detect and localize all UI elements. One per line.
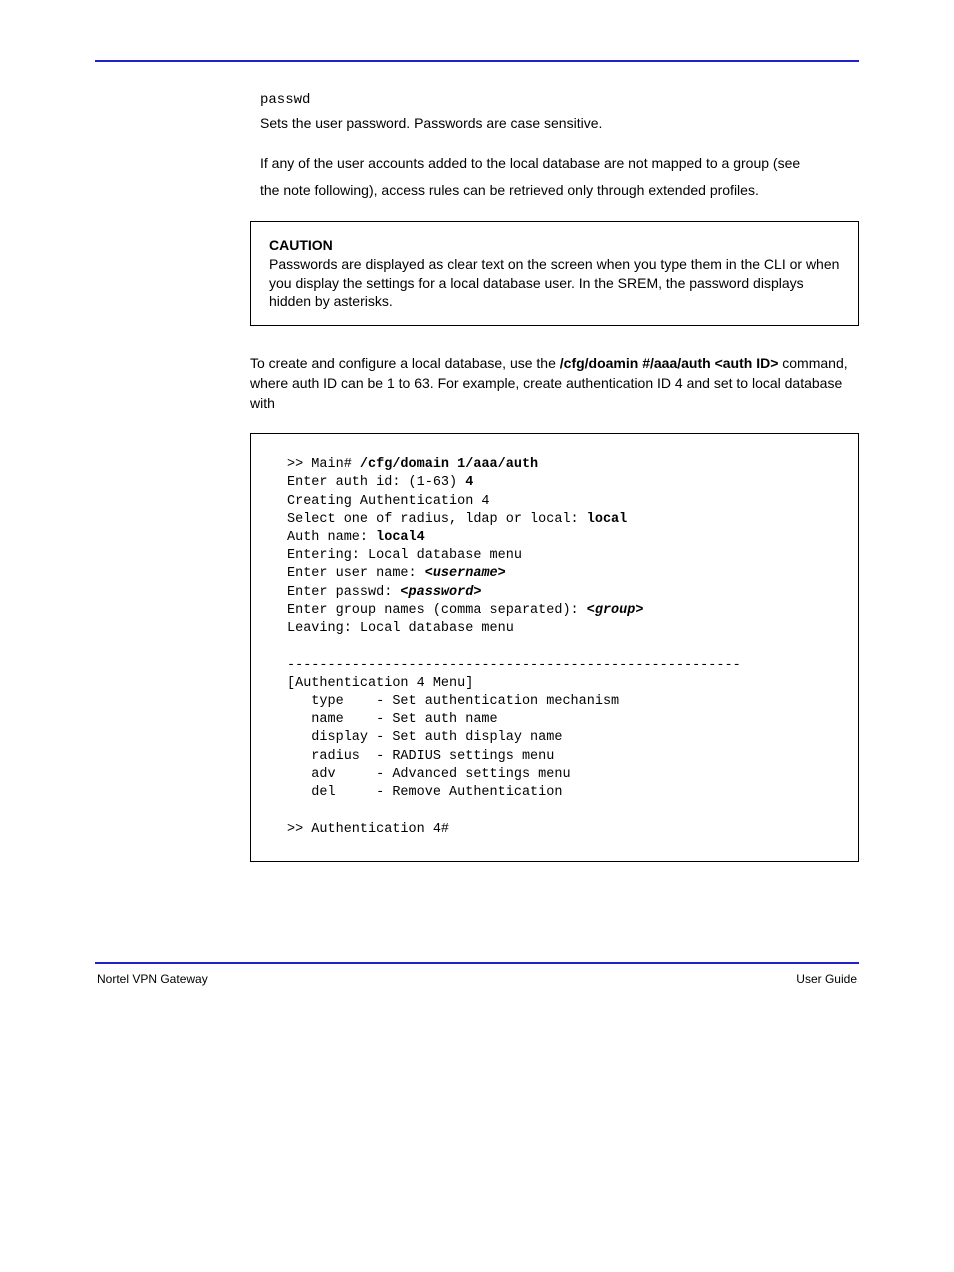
code-m2: type - Set authentication mechanism — [287, 694, 619, 709]
code-l2b: 4 — [465, 475, 473, 490]
code-m1: [Authentication 4 Menu] — [287, 676, 473, 691]
passwd-row: passwd — [260, 90, 859, 108]
code-m3: name - Set auth name — [287, 712, 498, 727]
code-box: >> Main# /cfg/domain 1/aaa/auth Enter au… — [250, 433, 859, 862]
note-text-2: the note following), access rules can be… — [260, 181, 859, 201]
code-m5: radius - RADIUS settings menu — [287, 749, 554, 764]
footer-right: User Guide — [796, 972, 857, 986]
code-l4b: local — [587, 512, 628, 527]
code-l10: Leaving: Local database menu — [287, 621, 514, 636]
code-l8b: <password> — [400, 585, 481, 600]
tocreate-cmd: /cfg/doamin #/aaa/auth <auth ID> — [560, 355, 779, 371]
code-l9b: <group> — [587, 603, 644, 618]
code-m8: >> Authentication 4# — [287, 822, 449, 837]
top-rule — [95, 60, 859, 62]
caution-body: Passwords are displayed as clear text on… — [269, 256, 839, 310]
code-m6: adv - Advanced settings menu — [287, 767, 571, 782]
footer-left: Nortel VPN Gateway — [97, 972, 208, 986]
bottom-rule — [95, 962, 859, 964]
code-l6: Entering: Local database menu — [287, 548, 522, 563]
code-l7a: Enter user name: — [287, 566, 425, 581]
tocreate-1: To create and configure a local database… — [250, 355, 560, 371]
code-m7: del - Remove Authentication — [287, 785, 562, 800]
code-l8a: Enter passwd: — [287, 585, 400, 600]
code-l5b: local4 — [376, 530, 425, 545]
passwd-code: passwd — [260, 92, 310, 108]
caution-heading: CAUTION — [269, 237, 333, 253]
code-l2a: Enter auth id: (1-63) — [287, 475, 465, 490]
code-l3: Creating Authentication 4 — [287, 494, 490, 509]
code-l4a: Select one of radius, ldap or local: — [287, 512, 587, 527]
footer: Nortel VPN Gateway User Guide — [95, 962, 859, 986]
tocreate-paragraph: To create and configure a local database… — [250, 354, 859, 413]
code-l5a: Auth name: — [287, 530, 376, 545]
code-l1b: /cfg/domain 1/aaa/auth — [360, 457, 538, 472]
caution-box: CAUTION Passwords are displayed as clear… — [250, 221, 859, 327]
code-dash: ----------------------------------------… — [287, 658, 741, 673]
code-m4: display - Set auth display name — [287, 730, 562, 745]
code-l9a: Enter group names (comma separated): — [287, 603, 587, 618]
note-text-1: If any of the user accounts added to the… — [260, 154, 859, 174]
footer-row: Nortel VPN Gateway User Guide — [95, 970, 859, 986]
code-l1a: >> Main# — [287, 457, 360, 472]
passwd-description: Sets the user password. Passwords are ca… — [260, 114, 859, 134]
code-l7b: <username> — [425, 566, 506, 581]
